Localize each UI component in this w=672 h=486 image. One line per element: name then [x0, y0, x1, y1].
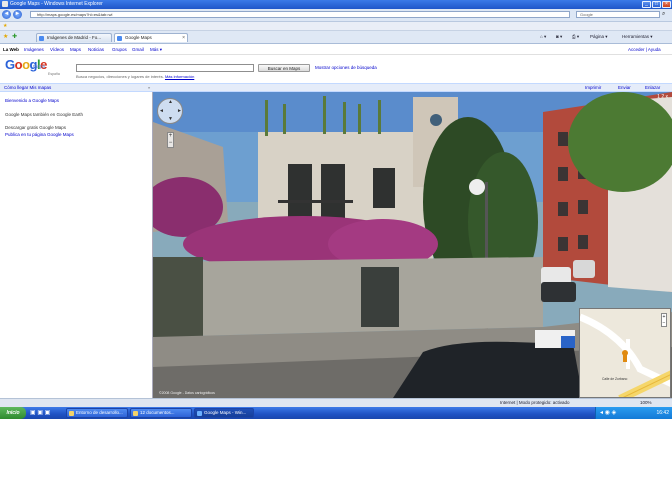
sidebar-item-welcome[interactable]: Bienvenido a Google Maps [5, 98, 59, 103]
street-view-footer: ©2008 Google - Datos cartográficos [159, 391, 215, 395]
sidebar-item-download[interactable]: Descargar gratis Google Maps [5, 125, 66, 130]
gbar-link-images[interactable]: Imágenes [24, 47, 44, 52]
task-item-1[interactable]: Entorno de desarrollo... [66, 408, 128, 418]
search-options-link[interactable]: Mostrar opciones de búsqueda [315, 65, 377, 70]
street-view-panorama[interactable]: ▲ ◄ ► ▼ + − 1 2 x ©2008 Google - Datos ca… [153, 92, 672, 398]
security-zone: Internet | Modo protegido: activado [500, 400, 570, 405]
window-titlebar: Google Maps - Windows Internet Explorer … [0, 0, 672, 9]
print-icon[interactable]: ⎙ ▾ [572, 34, 579, 40]
ie-icon [197, 411, 202, 416]
address-row: ◄ ► http://maps.google.es/maps?hl=es&tab… [0, 9, 672, 22]
send-link[interactable]: Enviar [618, 85, 631, 90]
back-icon[interactable]: ◄ [2, 10, 11, 19]
task-item-3[interactable]: Google Maps - Win... [194, 408, 254, 418]
gbar-link-web[interactable]: La Web [3, 47, 19, 52]
google-bar: La Web Imágenes Vídeos Maps Noticias Gru… [0, 44, 672, 55]
pan-right-icon[interactable]: ► [177, 108, 182, 114]
gbar-link-more[interactable]: Más ▾ [150, 47, 162, 53]
search-hint: Busca negocios, direcciones y lugares de… [76, 74, 195, 79]
street-view-close[interactable]: 1 2 x [657, 94, 668, 100]
gbar-link-gmail[interactable]: Gmail [132, 47, 144, 52]
gbar-link-maps[interactable]: Maps [70, 47, 81, 52]
link-link[interactable]: Enlazar [645, 85, 660, 90]
system-tray: ◂ ◉ ◈ 16:42 [595, 407, 672, 419]
logo-region: España [48, 72, 60, 76]
collapse-sidebar-icon[interactable]: « [148, 85, 150, 90]
pan-up-icon[interactable]: ▲ [168, 99, 173, 105]
folder-icon [133, 411, 138, 416]
minimize-button[interactable]: _ [642, 1, 651, 8]
close-button[interactable]: × [662, 1, 671, 8]
street-view-minimap[interactable]: + − Calle de Zurbano [579, 308, 671, 398]
search-icon[interactable]: ⌕ [662, 11, 665, 18]
feeds-icon[interactable]: ◙ ▾ [556, 34, 562, 40]
sidebar: Bienvenido a Google Maps Google Maps tam… [0, 92, 153, 398]
tools-menu[interactable]: Herramientas ▾ [622, 34, 653, 40]
sidebar-item-publish[interactable]: Publica en tu página Google Maps [5, 132, 74, 137]
pan-control[interactable]: ▲ ◄ ► ▼ [157, 98, 183, 124]
zoom-control[interactable]: + − [167, 132, 174, 148]
favorites-center-icon[interactable]: ★ [3, 33, 8, 40]
logo-maps-word: maps [33, 64, 46, 70]
maximize-button[interactable]: □ [652, 1, 661, 8]
status-bar: Internet | Modo protegido: activado 100% [0, 398, 672, 407]
more-info-link[interactable]: Más información [165, 74, 194, 79]
address-bar[interactable]: http://maps.google.es/maps?hl=es&tab=wl [30, 11, 570, 18]
tray-icons[interactable]: ◂ ◉ ◈ [600, 409, 616, 416]
minimap-roads [580, 313, 670, 397]
clock[interactable]: 16:42 [656, 410, 669, 416]
tab-favicon-icon [39, 36, 44, 41]
gbar-link-videos[interactable]: Vídeos [50, 47, 64, 52]
favorites-star-icon[interactable]: ★ [3, 23, 7, 29]
tab-madrid-images[interactable]: Imágenes de Madrid - Fo... [36, 33, 112, 42]
folder-icon [69, 411, 74, 416]
home-icon[interactable]: ⌂ ▾ [540, 34, 546, 40]
maps-search-input[interactable] [76, 64, 254, 72]
directions-link[interactable]: Cómo llegar Mis mapas [4, 85, 51, 90]
zoom-level[interactable]: 100% [640, 400, 652, 405]
gbar-link-groups[interactable]: Grupos [112, 47, 127, 52]
windows-taskbar: Inicio ▣ ▣ ▣ Entorno de desarrollo... 12… [0, 407, 672, 419]
tab-google-maps[interactable]: Google Maps × [114, 33, 188, 42]
pan-down-icon[interactable]: ▼ [168, 116, 173, 122]
gbar-signin[interactable]: Acceder | Ayuda [628, 47, 661, 52]
gbar-link-news[interactable]: Noticias [88, 47, 104, 52]
minimap-street-label: Calle de Zurbano [602, 377, 628, 381]
ie-icon [2, 1, 8, 7]
close-tab-icon[interactable]: × [182, 34, 185, 42]
map-toolbar: Cómo llegar Mis mapas Imprimir Enviar En… [0, 83, 672, 92]
task-item-2[interactable]: 12 documentos... [130, 408, 192, 418]
start-button[interactable]: Inicio [0, 407, 26, 419]
tab-favicon-icon [117, 36, 122, 41]
forward-icon[interactable]: ► [13, 10, 22, 19]
page-menu[interactable]: Página ▾ [590, 34, 608, 40]
minimap-zoom[interactable]: + − [661, 313, 667, 327]
window-title: Google Maps - Windows Internet Explorer [10, 1, 103, 7]
browser-search-input[interactable]: Google [576, 11, 660, 18]
pan-left-icon[interactable]: ◄ [159, 108, 164, 114]
add-favorite-icon[interactable]: ✚ [12, 33, 17, 40]
sidebar-item-earth[interactable]: Google Maps también en Google Earth [5, 112, 83, 117]
search-maps-button[interactable]: Buscar en Maps [258, 64, 310, 72]
tab-row: ★ ✚ Imágenes de Madrid - Fo... Google Ma… [0, 31, 672, 44]
print-link[interactable]: Imprimir [585, 85, 601, 90]
quicklaunch-icons[interactable]: ▣ ▣ ▣ [30, 409, 50, 416]
favorites-row: ★ [0, 22, 672, 31]
